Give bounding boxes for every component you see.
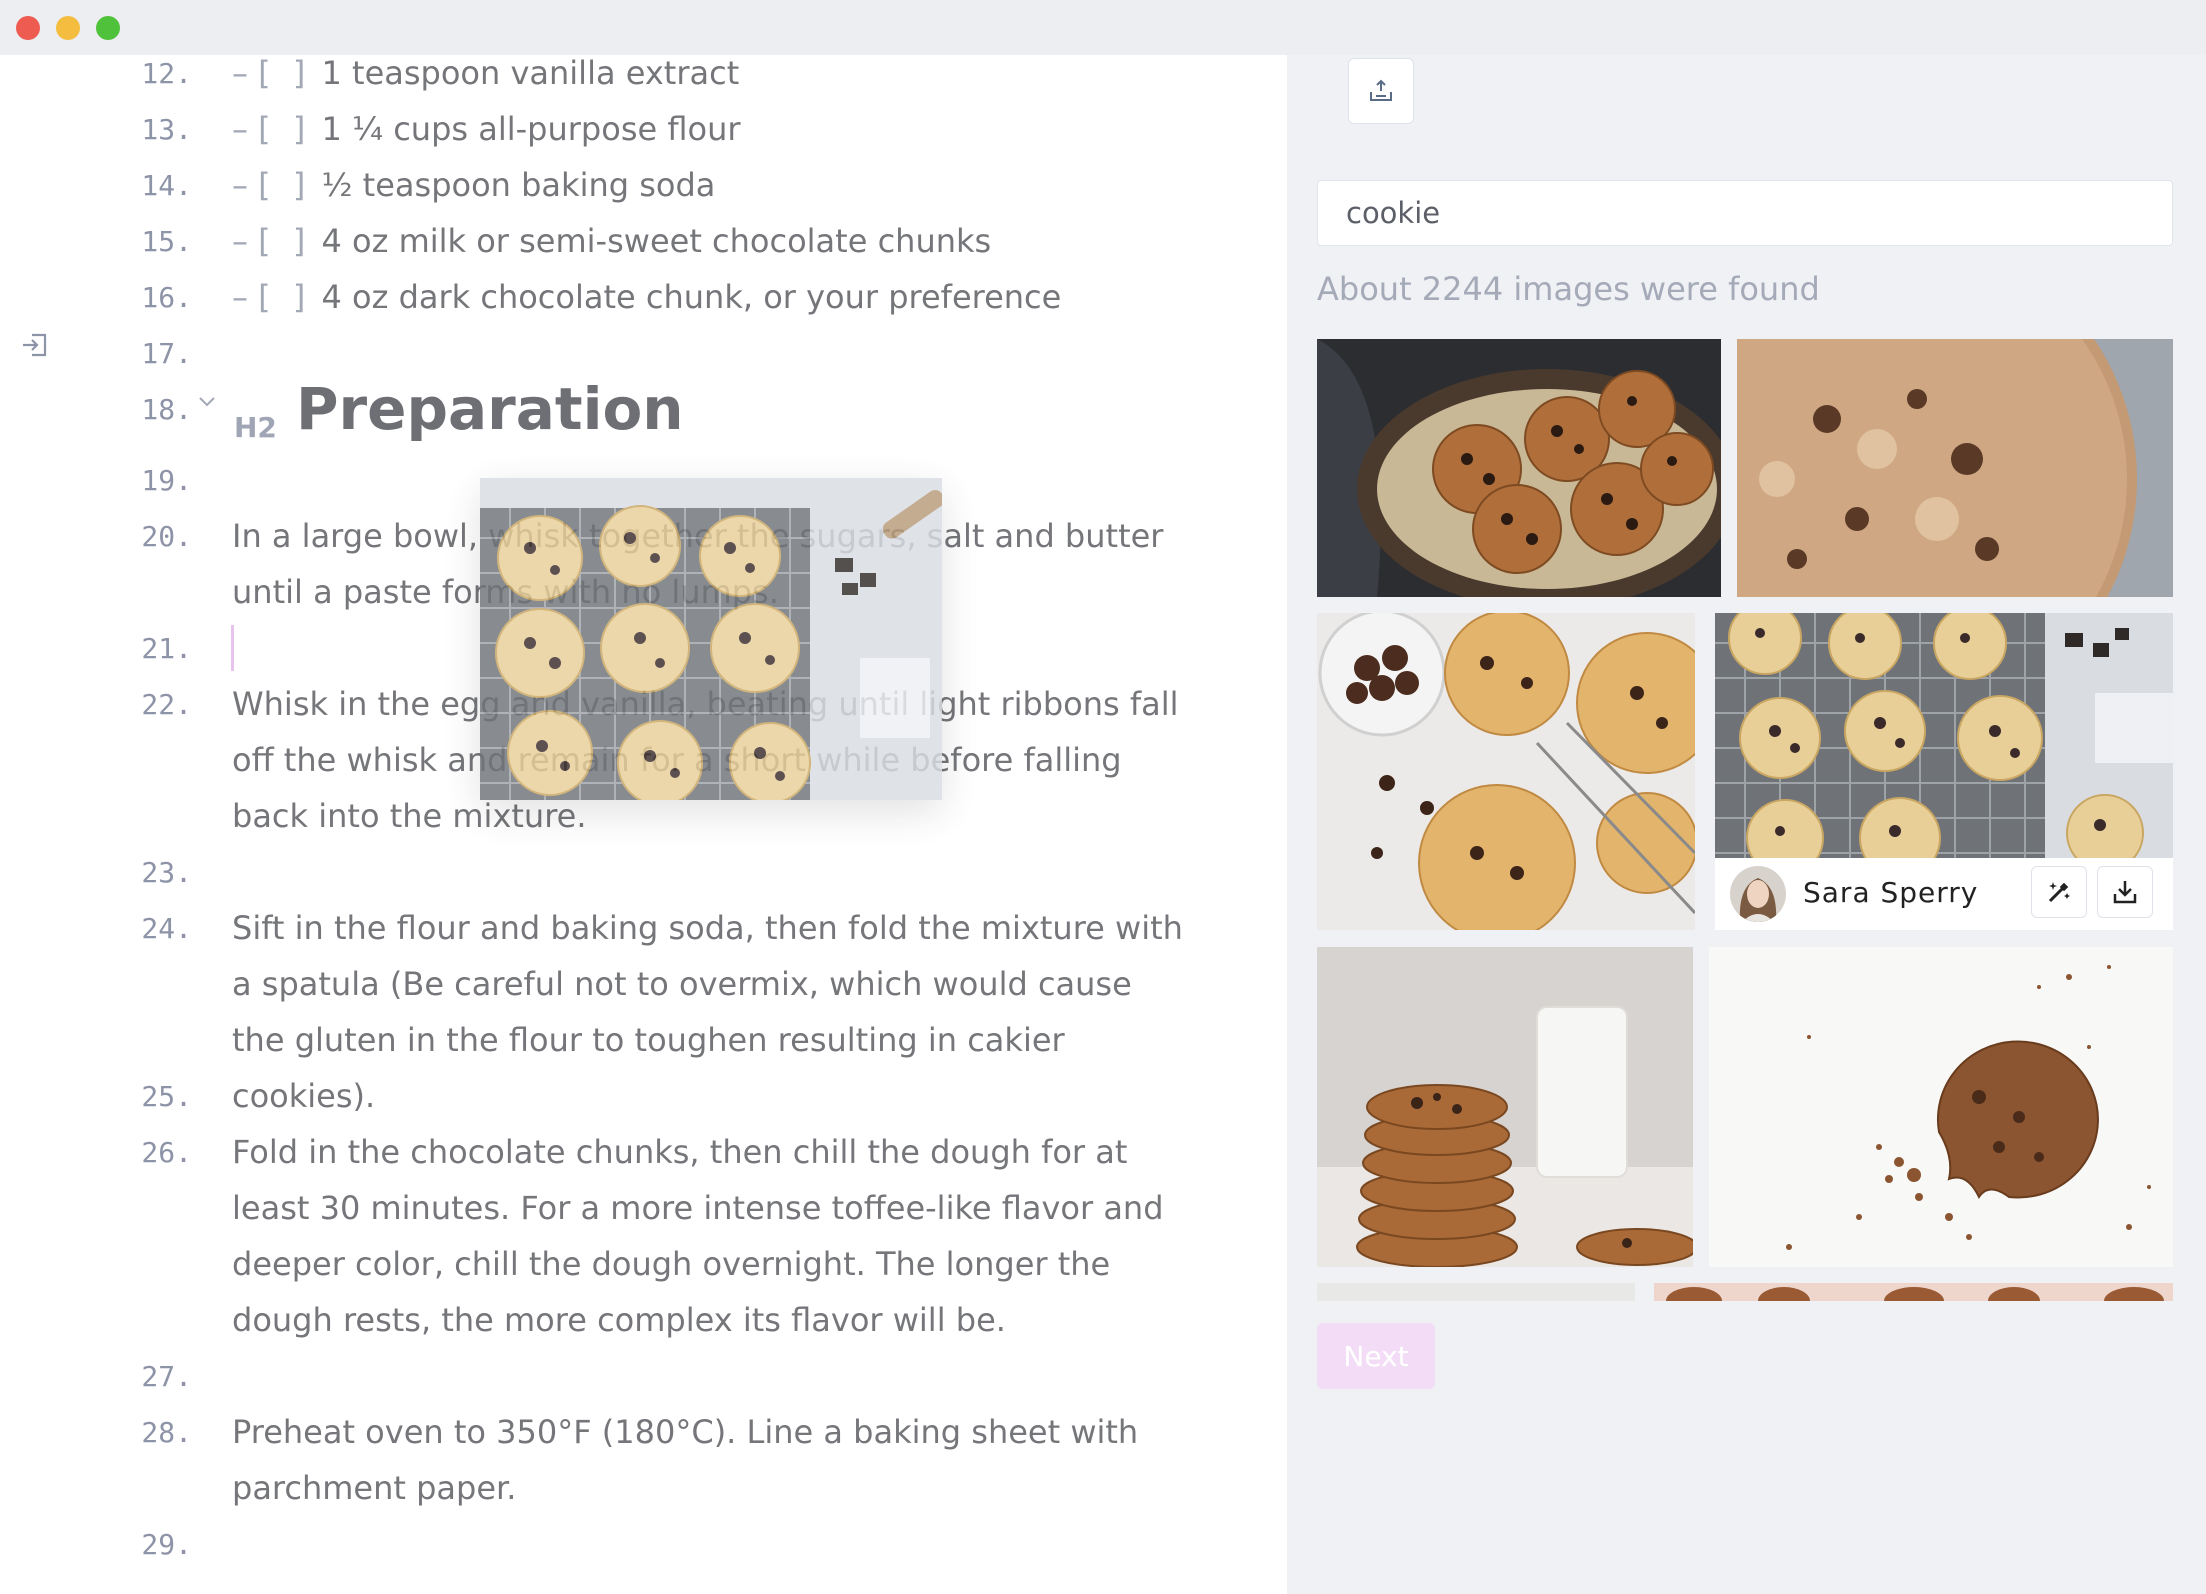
line-number: 21. [141,632,192,665]
list-dash: – [232,55,248,92]
author-avatar [1730,866,1786,922]
result-count: About 2244 images were found [1317,270,1820,308]
image-search-input[interactable] [1317,180,2173,246]
checklist-item-text: 1 ¼ cups all-purpose flour [321,110,741,148]
checklist-item-text: 1 teaspoon vanilla extract [321,55,740,92]
paragraph: Preheat oven to 350°F (180°C). Line a ba… [232,1413,1139,1507]
cookie-closeup-image [1737,339,2173,597]
checkbox[interactable]: [ ] [258,55,311,92]
line-number: 24. [141,912,192,945]
magic-wand-button[interactable] [2031,866,2087,918]
image-result[interactable] [1317,1283,1635,1301]
line-number: 14. [141,169,192,202]
line-number: 27. [141,1360,192,1393]
next-page-button[interactable]: Next [1317,1323,1435,1389]
tray-upload-icon [1370,79,1392,101]
line-number: 20. [141,520,192,553]
line-number: 23. [141,856,192,889]
download-button[interactable] [2097,866,2153,918]
list-dash: – [232,110,248,148]
dragged-image-preview[interactable] [480,478,942,800]
checklist-item-text: 4 oz dark chocolate chunk, or your prefe… [321,278,1062,316]
line-number: 19. [141,464,192,497]
line-number: 29. [141,1528,192,1561]
app-window: 12. – [ ] 1 teaspoon vanilla extract 13.… [0,0,2206,1594]
image-result[interactable] [1654,1283,2173,1301]
list-dash: – [232,166,248,204]
cookies-and-chocolate-chips-image [1317,613,1695,930]
cookies-in-bowl-image [1317,339,1721,597]
checklist-item-text: ½ teaspoon baking soda [321,166,716,204]
cookies-on-pink-image [1654,1283,2173,1301]
sidebar-toggle-icon[interactable] [20,330,50,360]
checkbox[interactable]: [ ] [258,110,311,148]
bitten-cookie-with-crumbs-image [1709,947,2173,1267]
insert-image-button[interactable] [1348,58,1414,124]
download-icon [2113,881,2137,904]
checkbox[interactable]: [ ] [258,166,311,204]
author-name[interactable]: Sara Sperry [1803,876,1978,909]
line-number: 22. [141,688,192,721]
line-number: 25. [141,1080,192,1113]
paragraph: Fold in the chocolate chunks, then chill… [232,1133,1164,1339]
list-dash: – [232,278,248,316]
minimize-window-button[interactable] [56,16,80,40]
image-result[interactable] [1709,947,2173,1267]
line-number: 15. [141,225,192,258]
line-number: 17. [141,337,192,370]
markdown-editor[interactable]: 12. – [ ] 1 teaspoon vanilla extract 13.… [0,55,1287,1594]
section-heading: Preparation [296,375,684,443]
paragraph: Sift in the flour and baking soda, then … [232,909,1183,1115]
image-result[interactable] [1317,613,1695,930]
line-number: 26. [141,1136,192,1169]
checkbox[interactable]: [ ] [258,222,311,260]
image-result[interactable] [1737,339,2173,597]
close-window-button[interactable] [16,16,40,40]
line-number: 18. [141,393,192,426]
title-bar [0,0,2206,55]
line-number: 16. [141,281,192,314]
line-number: 28. [141,1416,192,1449]
text-cursor [231,625,234,671]
cookies-on-rack-image [480,478,942,800]
cookies-on-rack-image [1715,613,2173,858]
heading-level-tag: H2 [234,411,277,444]
checkbox[interactable]: [ ] [258,278,311,316]
line-number: 12. [141,57,192,90]
image-result-selected[interactable] [1715,613,2173,858]
chevron-down-icon[interactable] [196,391,218,413]
image-result[interactable] [1317,339,1721,597]
checklist-item-text: 4 oz milk or semi-sweet chocolate chunks [321,222,992,260]
line-number: 13. [141,113,192,146]
image-result[interactable] [1317,947,1693,1267]
cookie-stack-with-milk-image [1317,947,1693,1267]
magic-wand-icon [2048,882,2070,903]
list-dash: – [232,222,248,260]
zoom-window-button[interactable] [96,16,120,40]
